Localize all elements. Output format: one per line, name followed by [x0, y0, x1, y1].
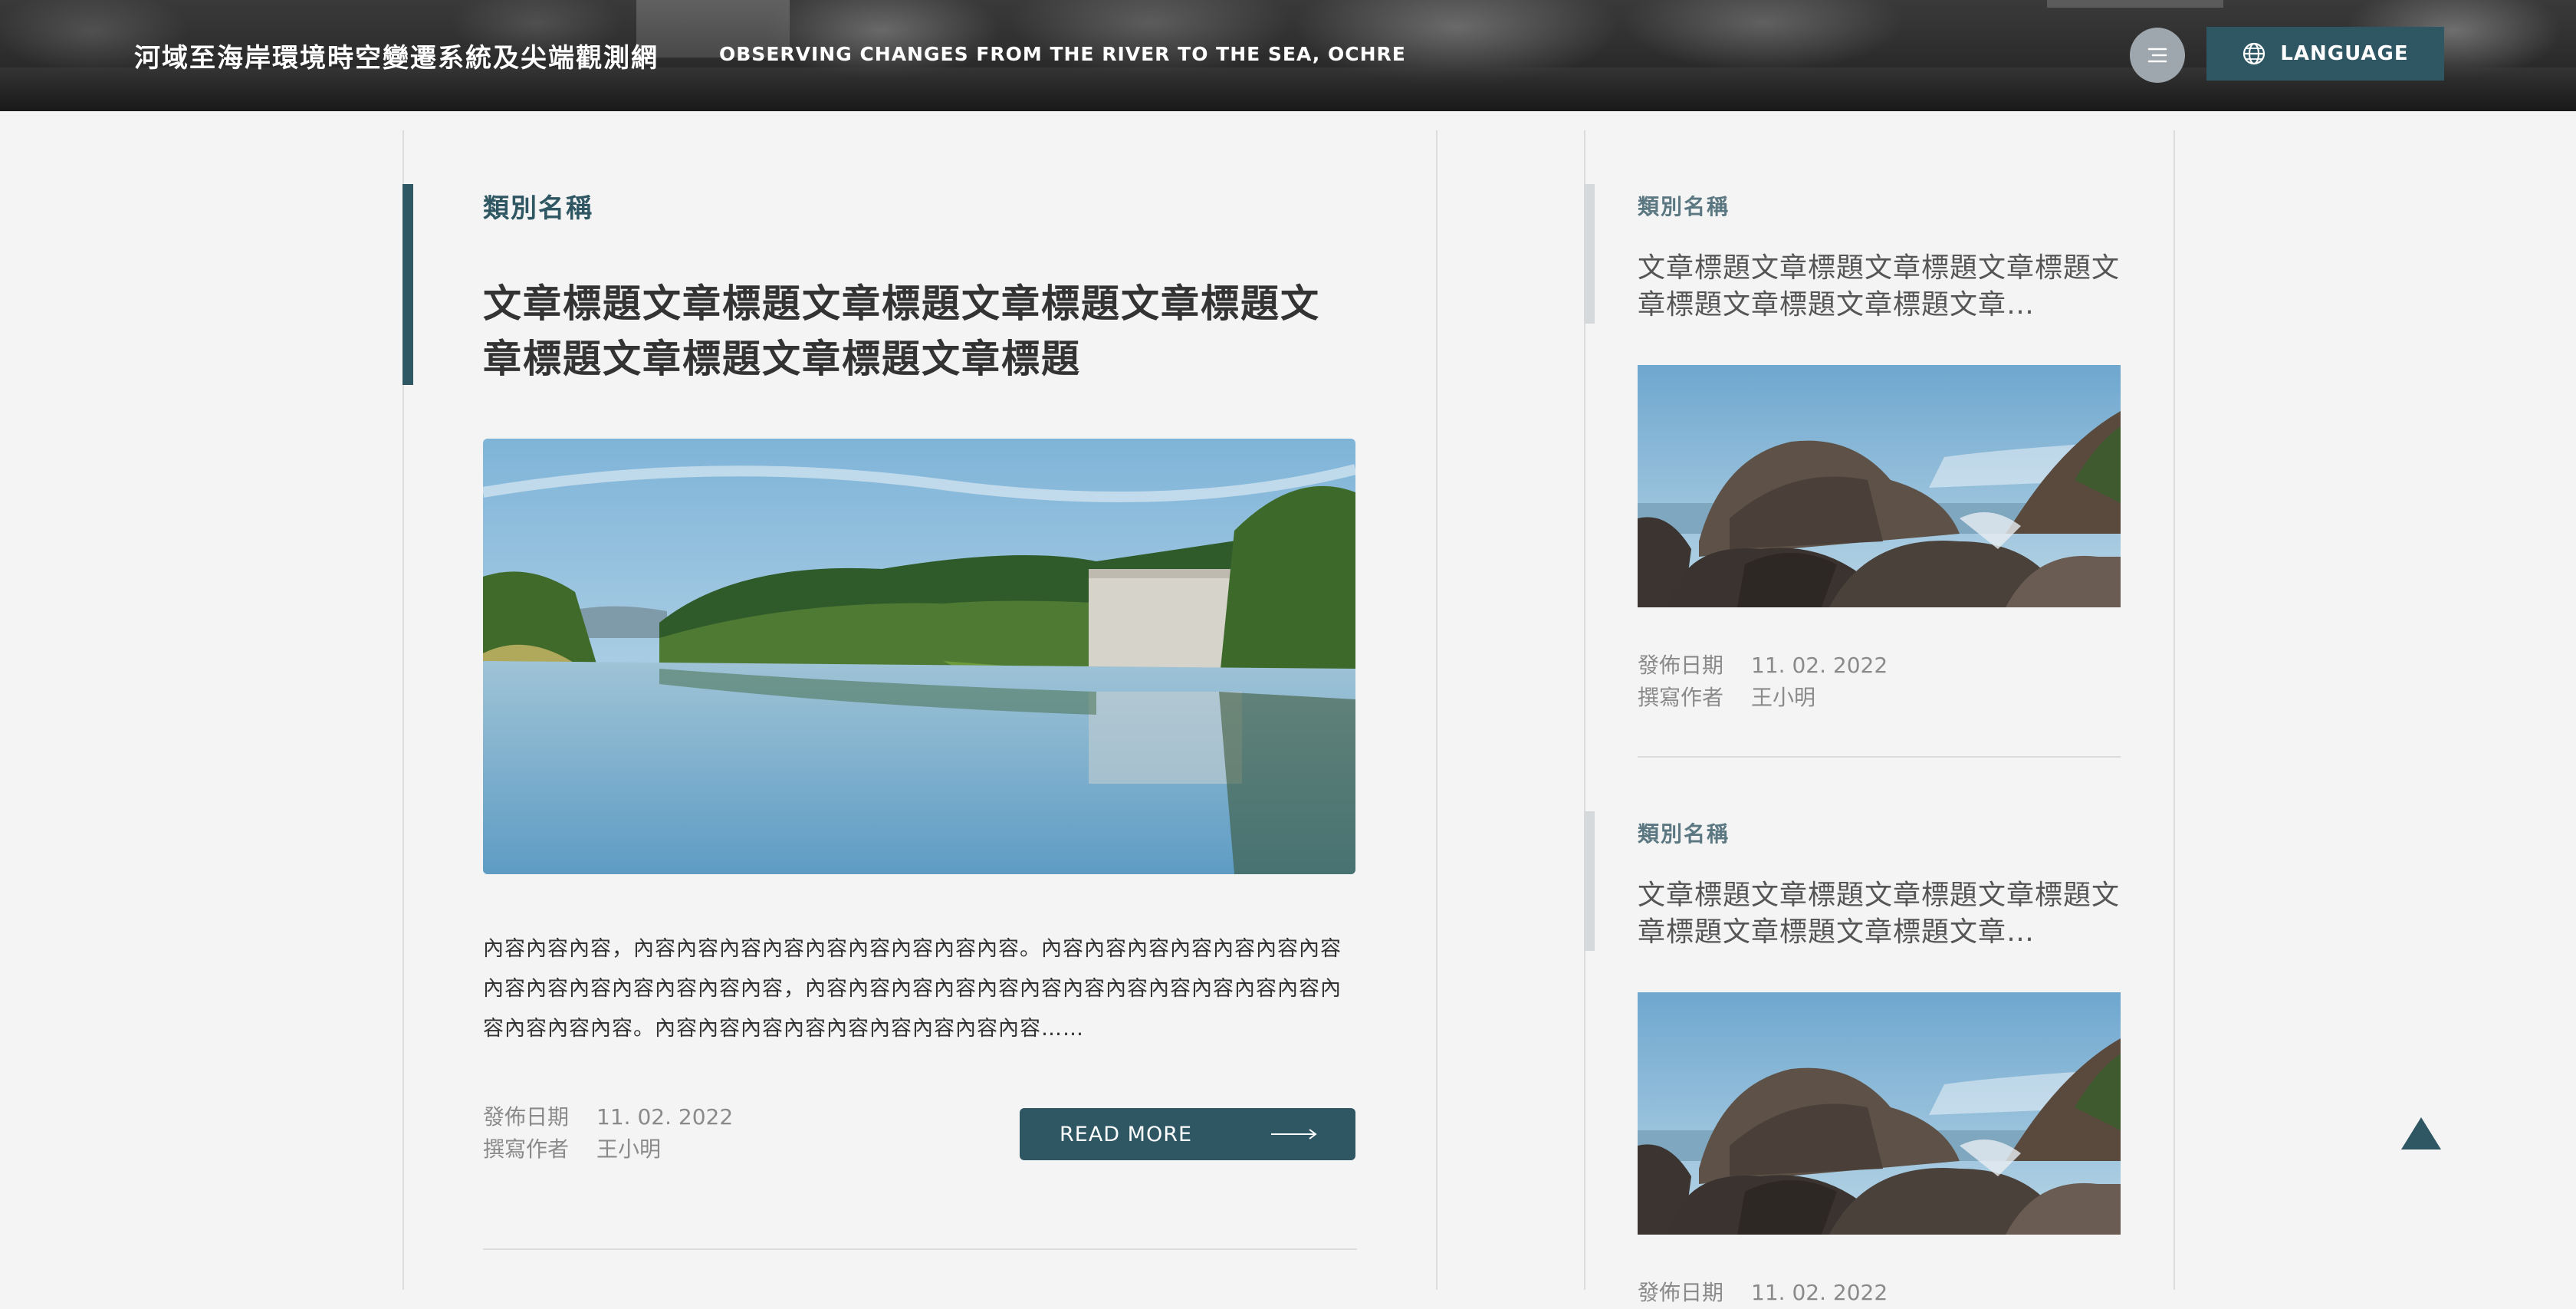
author-row: 撰寫作者 王小明	[483, 1133, 733, 1166]
side-article-category[interactable]: 類別名稱	[1638, 190, 1730, 221]
author-label: 撰寫作者	[1638, 682, 1723, 714]
publish-date-value: 11. 02. 2022	[1751, 650, 1888, 682]
side-article-accent-bar	[1584, 811, 1595, 951]
side-article-category[interactable]: 類別名稱	[1638, 817, 1730, 848]
language-button[interactable]: LANGUAGE	[2206, 27, 2444, 81]
coastal-rocks-image	[1638, 365, 2121, 607]
publish-date-label: 發佈日期	[1638, 650, 1723, 682]
main-article-image[interactable]	[483, 439, 1355, 874]
river-landscape-image	[483, 439, 1355, 874]
column-divider-middle	[1436, 130, 1438, 1290]
author-label: 撰寫作者	[483, 1133, 569, 1166]
side-article-meta: 發佈日期 11. 02. 2022 撰寫作者 王小明	[1638, 650, 1888, 714]
side-article-image[interactable]	[1638, 365, 2121, 607]
back-to-top-button[interactable]	[2400, 1116, 2443, 1151]
site-subtitle: OBSERVING CHANGES FROM THE RIVER TO THE …	[719, 43, 1406, 65]
coastal-rocks-image	[1638, 992, 2121, 1235]
publish-date-value: 11. 02. 2022	[596, 1101, 733, 1133]
author-value: 王小明	[1751, 682, 1815, 714]
side-article-image[interactable]	[1638, 992, 2121, 1235]
site-title[interactable]: 河域至海岸環境時空變遷系統及尖端觀測網	[134, 37, 659, 74]
publish-date-row: 發佈日期 11. 02. 2022	[1638, 650, 1888, 682]
publish-date-row: 發佈日期 11. 02. 2022	[483, 1101, 733, 1133]
main-article-excerpt: 內容內容內容，內容內容內容內容內容內容內容內容內容。內容內容內容內容內容內容內容…	[483, 929, 1357, 1049]
language-label: LANGUAGE	[2280, 42, 2408, 65]
side-article-accent-bar	[1584, 184, 1595, 324]
main-article-divider	[483, 1248, 1357, 1250]
main-article-title[interactable]: 文章標題文章標題文章標題文章標題文章標題文章標題文章標題文章標題文章標題	[483, 276, 1357, 386]
triangle-up-icon	[2400, 1116, 2443, 1151]
side-article-title[interactable]: 文章標題文章標題文章標題文章標題文章標題文章標題文章標題文章…	[1638, 250, 2128, 324]
column-divider-right	[2174, 130, 2175, 1290]
header-background-bridge	[2047, 0, 2223, 8]
site-header: 河域至海岸環境時空變遷系統及尖端觀測網 OBSERVING CHANGES FR…	[0, 0, 2576, 111]
side-article-divider	[1638, 756, 2121, 758]
author-row: 撰寫作者 王小明	[1638, 682, 1888, 714]
publish-date-value: 11. 02. 2022	[1751, 1277, 1888, 1309]
menu-button[interactable]	[2130, 28, 2185, 83]
publish-date-label: 發佈日期	[1638, 1277, 1723, 1309]
publish-date-label: 發佈日期	[483, 1101, 569, 1133]
publish-date-row: 發佈日期 11. 02. 2022	[1638, 1277, 1888, 1309]
main-article-accent-bar	[402, 184, 413, 385]
main-article-meta: 發佈日期 11. 02. 2022 撰寫作者 王小明	[483, 1101, 733, 1166]
side-article-meta: 發佈日期 11. 02. 2022	[1638, 1277, 1888, 1309]
author-value: 王小明	[596, 1133, 661, 1166]
side-article-title[interactable]: 文章標題文章標題文章標題文章標題文章標題文章標題文章標題文章…	[1638, 877, 2128, 951]
main-article-category[interactable]: 類別名稱	[483, 187, 593, 225]
read-more-button[interactable]: READ MORE	[1020, 1108, 1355, 1160]
menu-lines-icon	[2146, 45, 2169, 65]
globe-icon	[2242, 41, 2266, 66]
read-more-label: READ MORE	[1060, 1123, 1192, 1146]
long-arrow-right-icon	[1271, 1129, 1317, 1140]
